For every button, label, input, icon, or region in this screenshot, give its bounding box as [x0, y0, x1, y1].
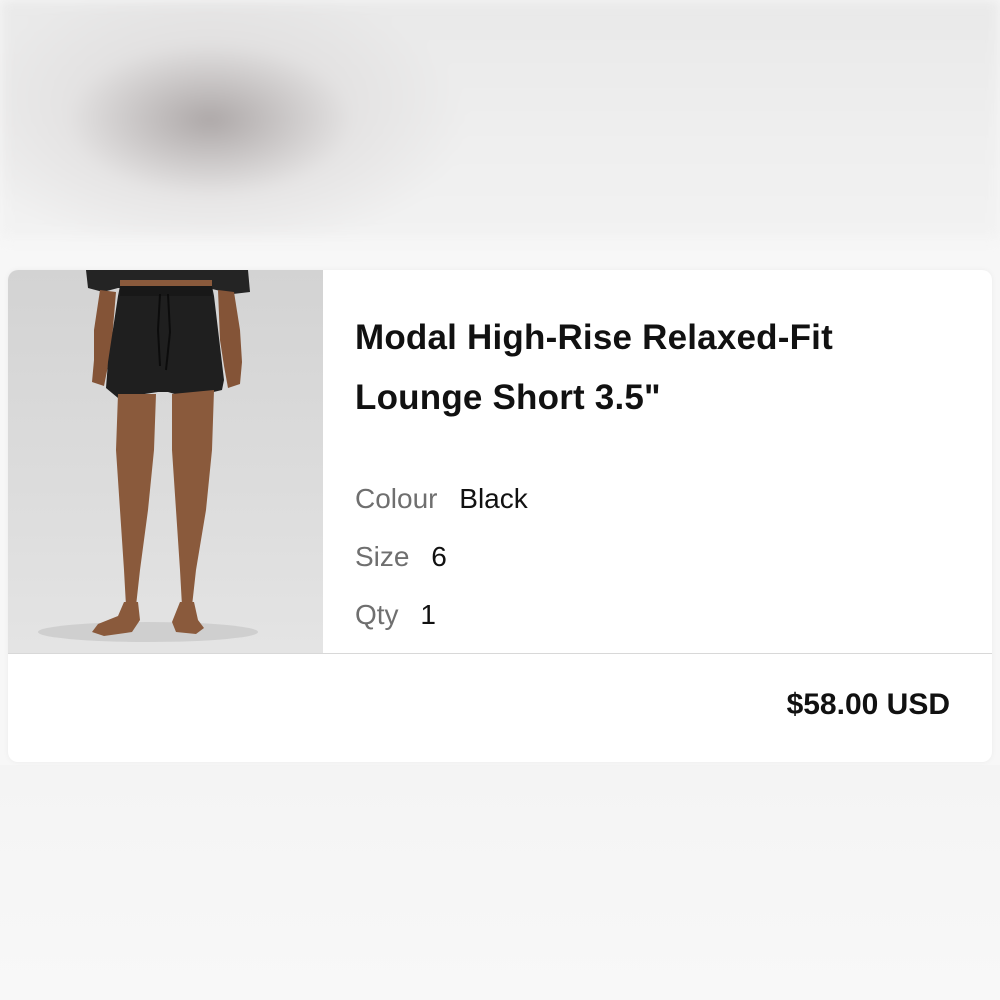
attribute-value: 1	[420, 599, 436, 630]
attribute-label: Qty	[355, 599, 399, 630]
waistband	[120, 286, 212, 296]
cart-item-row: Modal High-Rise Relaxed-Fit Lounge Short…	[8, 270, 992, 653]
product-title[interactable]: Modal High-Rise Relaxed-Fit Lounge Short…	[355, 308, 955, 428]
right-leg	[172, 390, 214, 606]
attribute-label: Size	[355, 541, 410, 572]
left-leg	[116, 394, 156, 606]
attribute-size: Size 6	[355, 528, 955, 586]
product-attributes: Colour Black Size 6 Qty 1	[355, 470, 955, 644]
attribute-qty: Qty 1	[355, 586, 955, 644]
attribute-value: 6	[431, 541, 447, 572]
attribute-value: Black	[459, 483, 528, 514]
floor-shadow	[38, 622, 258, 642]
product-photo-illustration	[38, 270, 258, 642]
blurred-background-top	[0, 0, 1000, 238]
cart-item-card[interactable]: Modal High-Rise Relaxed-Fit Lounge Short…	[8, 270, 992, 762]
divider	[8, 653, 992, 654]
product-image[interactable]	[8, 270, 323, 653]
lounge-shorts	[106, 286, 224, 398]
attribute-colour: Colour Black	[355, 470, 955, 528]
attribute-label: Colour	[355, 483, 438, 514]
price-total: $58.00 USD	[786, 688, 950, 721]
screenshot-page: Modal High-Rise Relaxed-Fit Lounge Short…	[0, 0, 1000, 1000]
blurred-background-bottom	[0, 765, 1000, 1000]
product-info: Modal High-Rise Relaxed-Fit Lounge Short…	[355, 308, 955, 644]
right-foot	[172, 602, 204, 634]
